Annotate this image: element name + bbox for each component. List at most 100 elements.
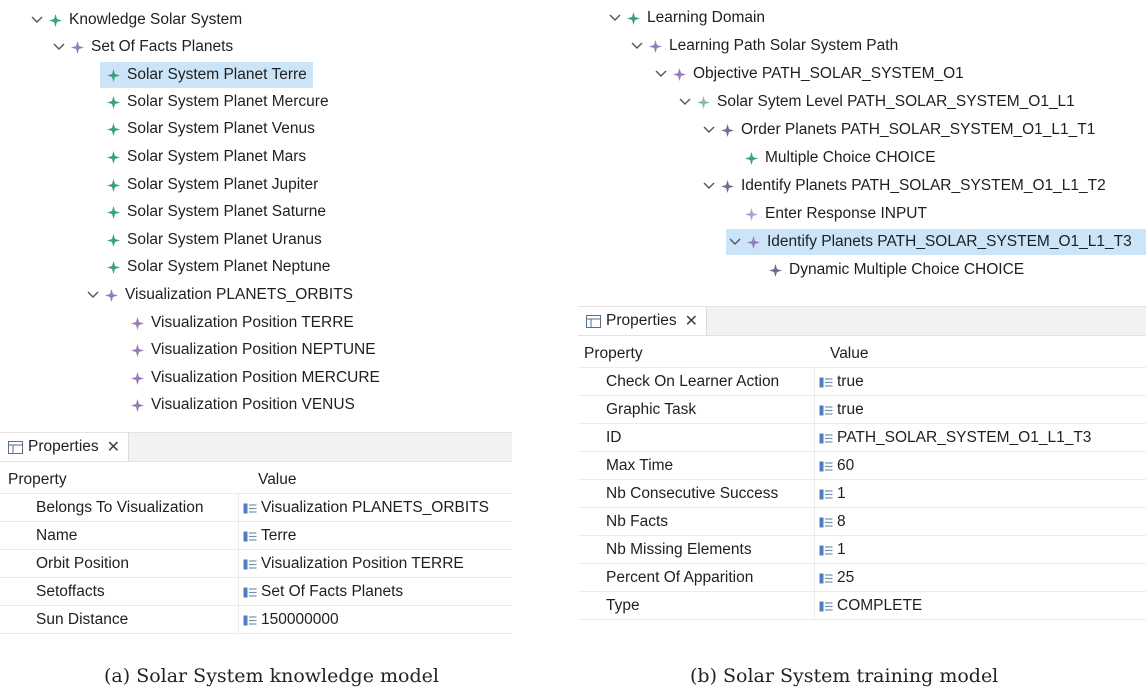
tree-item[interactable]: Visualization Position MERCURE (130, 365, 380, 391)
tree-item[interactable]: Identify Planets PATH_SOLAR_SYSTEM_O1_L1… (726, 229, 1146, 255)
tree-item[interactable]: Solar System Planet Neptune (106, 254, 330, 280)
property-value[interactable]: 25 (814, 564, 854, 592)
tree-item[interactable]: Learning Domain (606, 5, 765, 31)
property-value[interactable]: Visualization Position TERRE (238, 550, 464, 578)
table-row[interactable]: Name Terre (0, 522, 512, 550)
chevron-down-icon[interactable] (676, 95, 694, 109)
purple-diamond-icon (70, 40, 84, 54)
close-icon[interactable]: ✕ (685, 311, 698, 331)
table-row[interactable]: Nb Consecutive Success 1 (578, 480, 1146, 508)
table-row[interactable]: ID PATH_SOLAR_SYSTEM_O1_L1_T3 (578, 424, 1146, 452)
tree-item[interactable]: Dynamic Multiple Choice CHOICE (768, 257, 1024, 283)
chevron-down-icon[interactable] (700, 123, 718, 137)
table-row[interactable]: Sun Distance 150000000 (0, 606, 512, 634)
property-name: Nb Consecutive Success (606, 485, 779, 502)
chevron-down-icon[interactable] (606, 11, 624, 25)
value-icon (243, 615, 257, 626)
chevron-down-icon[interactable] (84, 288, 102, 302)
tab-label: Properties (28, 438, 99, 455)
tree-item-label: Visualization PLANETS_ORBITS (125, 286, 354, 303)
tab-properties[interactable]: Properties ✕ (0, 433, 130, 461)
table-row[interactable]: Nb Facts 8 (578, 508, 1146, 536)
value-icon (243, 559, 257, 570)
property-value[interactable]: Set Of Facts Planets (238, 578, 403, 606)
tree-item[interactable]: Learning Path Solar System Path (628, 33, 898, 59)
purple-diamond-icon (746, 235, 760, 249)
green-diamond-icon (106, 122, 120, 136)
chevron-down-icon[interactable] (628, 39, 646, 53)
tree-item-label: Visualization Position NEPTUNE (151, 341, 376, 358)
tree-item[interactable]: Identify Planets PATH_SOLAR_SYSTEM_O1_L1… (700, 173, 1106, 199)
table-row[interactable]: Check On Learner Action true (578, 368, 1146, 396)
table-row[interactable]: Belongs To Visualization Visualization P… (0, 494, 512, 522)
table-row[interactable]: Max Time 60 (578, 452, 1146, 480)
tree-item[interactable]: Visualization Position TERRE (130, 310, 354, 336)
property-value[interactable]: true (814, 396, 864, 424)
table-row[interactable]: Percent Of Apparition 25 (578, 564, 1146, 592)
properties-table: Property Value Check On Learner Action t… (578, 340, 1146, 640)
property-value[interactable]: 1 (814, 536, 846, 564)
property-name: Nb Facts (606, 513, 669, 530)
green-diamond-icon (106, 233, 120, 247)
tree-item-label: Solar System Planet Neptune (127, 258, 331, 275)
tree-item[interactable]: Solar System Planet Mars (106, 144, 306, 170)
tree-item-label: Solar System Planet Uranus (127, 231, 322, 248)
tree-item[interactable]: Solar System Planet Mercure (106, 89, 329, 115)
chevron-down-icon[interactable] (50, 40, 68, 54)
property-name: Orbit Position (36, 555, 130, 572)
property-value-text: 25 (837, 569, 855, 586)
tab-properties[interactable]: Properties ✕ (578, 307, 708, 335)
property-value-text: Visualization PLANETS_ORBITS (261, 499, 490, 516)
tree-item[interactable]: Solar System Planet Uranus (106, 227, 322, 253)
tree-item[interactable]: Set Of Facts Planets (50, 34, 233, 60)
property-value[interactable]: Terre (238, 522, 296, 550)
properties-icon (586, 314, 601, 328)
chevron-down-icon[interactable] (700, 179, 718, 193)
tree-item-label: Solar System Planet Terre (127, 66, 307, 83)
property-name: Nb Missing Elements (606, 541, 752, 558)
tree-item[interactable]: Visualization Position NEPTUNE (130, 337, 376, 363)
value-icon (819, 461, 833, 472)
table-row[interactable]: Graphic Task true (578, 396, 1146, 424)
table-row[interactable]: Nb Missing Elements 1 (578, 536, 1146, 564)
value-icon (819, 573, 833, 584)
property-value[interactable]: Visualization PLANETS_ORBITS (238, 494, 489, 522)
property-value[interactable]: 60 (814, 452, 854, 480)
property-value[interactable]: 150000000 (238, 606, 339, 634)
chevron-down-icon[interactable] (726, 235, 744, 249)
tree-item[interactable]: Multiple Choice CHOICE (744, 145, 936, 171)
tree-item[interactable]: Solar System Planet Terre (100, 62, 313, 88)
tree-item[interactable]: Solar System Planet Jupiter (106, 172, 318, 198)
tree-item[interactable]: Solar System Planet Saturne (106, 199, 326, 225)
close-icon[interactable]: ✕ (107, 437, 120, 457)
tree-item[interactable]: Solar Sytem Level PATH_SOLAR_SYSTEM_O1_L… (676, 89, 1075, 115)
tree-item-label: Identify Planets PATH_SOLAR_SYSTEM_O1_L1… (741, 177, 1106, 194)
chevron-down-icon[interactable] (652, 67, 670, 81)
tree-item[interactable]: Knowledge Solar System (28, 7, 242, 33)
tree-item[interactable]: Visualization Position VENUS (130, 392, 355, 418)
property-value[interactable]: COMPLETE (814, 592, 922, 620)
table-row[interactable]: Orbit Position Visualization Position TE… (0, 550, 512, 578)
property-value[interactable]: 8 (814, 508, 846, 536)
tree-item[interactable]: Visualization PLANETS_ORBITS (84, 282, 353, 308)
property-name: Type (606, 597, 640, 614)
tree-item[interactable]: Enter Response INPUT (744, 201, 927, 227)
property-value[interactable]: PATH_SOLAR_SYSTEM_O1_L1_T3 (814, 424, 1091, 452)
chevron-down-icon[interactable] (28, 13, 46, 27)
property-name: Belongs To Visualization (36, 499, 204, 516)
properties-view-header: Properties ✕ (0, 432, 512, 462)
property-value[interactable]: true (814, 368, 864, 396)
tree-item[interactable]: Order Planets PATH_SOLAR_SYSTEM_O1_L1_T1 (700, 117, 1095, 143)
value-icon (819, 545, 833, 556)
tree-item[interactable]: Solar System Planet Venus (106, 116, 315, 142)
purple-diamond-icon (130, 371, 144, 385)
value-icon (819, 433, 833, 444)
value-icon (243, 531, 257, 542)
table-row[interactable]: Setoffacts Set Of Facts Planets (0, 578, 512, 606)
property-value[interactable]: 1 (814, 480, 846, 508)
tree-item-label: Solar System Planet Venus (127, 120, 315, 137)
table-row[interactable]: Type COMPLETE (578, 592, 1146, 620)
column-header-property: Property (8, 471, 67, 488)
property-name: ID (606, 429, 622, 446)
tree-item[interactable]: Objective PATH_SOLAR_SYSTEM_O1 (652, 61, 964, 87)
